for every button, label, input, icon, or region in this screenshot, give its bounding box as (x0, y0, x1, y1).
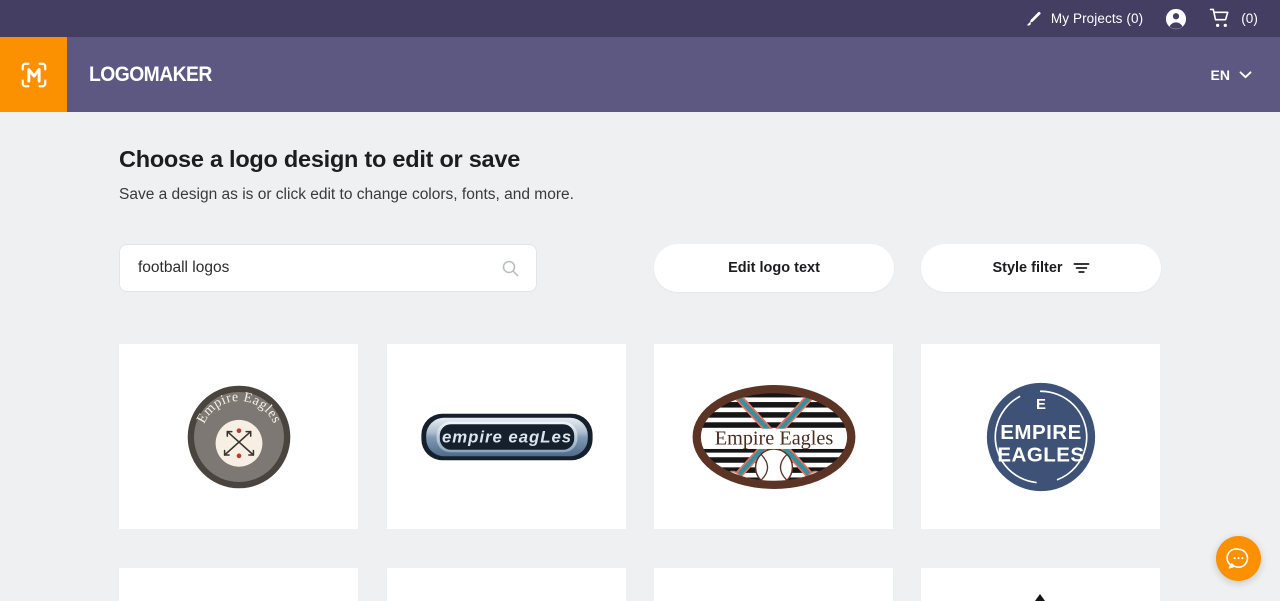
language-selector[interactable]: EN (1211, 67, 1252, 83)
cart-count-label: (0) (1241, 11, 1258, 26)
logo-card-empire-eagles-chrome-badge[interactable]: empire eagLes (387, 344, 626, 529)
account-button[interactable] (1165, 8, 1187, 30)
style-filter-button[interactable]: Style filter (921, 244, 1161, 292)
svg-text:EMPIRE: EMPIRE (1000, 420, 1081, 443)
brush-icon (1024, 10, 1042, 28)
search-box[interactable] (119, 244, 537, 292)
logo-card-empire-eagles-oval-bats[interactable]: Empire Eagles (654, 344, 893, 529)
chat-bubble-icon (1226, 546, 1251, 571)
filter-icon (1073, 261, 1090, 275)
logo-graphic: Empire Eagles (187, 385, 290, 488)
brand-name[interactable]: LOGOMAKER (89, 63, 212, 87)
logo-card-empire-eagles-gray-circle[interactable]: Empire Eagles (119, 344, 358, 529)
my-projects-link[interactable]: My Projects (0) (1024, 10, 1143, 28)
logo-graphic-partial (1035, 594, 1045, 601)
chevron-down-icon (1239, 70, 1252, 79)
cart-button[interactable]: (0) (1209, 7, 1258, 30)
top-utility-bar: My Projects (0) (0) (0, 0, 1280, 37)
page-title: Choose a logo design to edit or save (119, 146, 521, 172)
svg-text:EAGLES: EAGLES (997, 443, 1084, 466)
style-filter-label: Style filter (992, 260, 1063, 276)
logomaker-logo-button[interactable] (0, 37, 67, 112)
logo-card-placeholder-1[interactable] (119, 568, 358, 601)
svg-text:Empire Eagles: Empire Eagles (714, 427, 833, 449)
svg-text:empire eagLes: empire eagLes (441, 427, 571, 446)
cart-icon (1209, 7, 1232, 30)
edit-logo-text-label: Edit logo text (728, 260, 820, 276)
logo-graphic: Empire Eagles (692, 384, 855, 489)
logo-card-placeholder-4[interactable] (921, 568, 1160, 601)
logo-card-empire-eagles-navy-circle[interactable]: E EMPIRE EAGLES (921, 344, 1160, 529)
main-header: LOGOMAKER EN (0, 37, 1280, 112)
language-label: EN (1210, 66, 1230, 83)
search-icon[interactable] (501, 259, 520, 278)
edit-logo-text-button[interactable]: Edit logo text (654, 244, 894, 292)
search-input[interactable] (138, 259, 501, 277)
logo-graphic: E EMPIRE EAGLES (986, 382, 1095, 491)
logomaker-m-icon (19, 60, 49, 90)
logo-graphic: empire eagLes (420, 413, 593, 460)
account-icon (1165, 8, 1187, 30)
page-subtitle: Save a design as is or click edit to cha… (119, 186, 574, 203)
chat-widget-button[interactable] (1216, 536, 1261, 581)
logo-card-placeholder-2[interactable] (387, 568, 626, 601)
my-projects-label: My Projects (0) (1050, 11, 1144, 26)
svg-text:E: E (1036, 396, 1046, 413)
logo-card-placeholder-3[interactable] (654, 568, 893, 601)
